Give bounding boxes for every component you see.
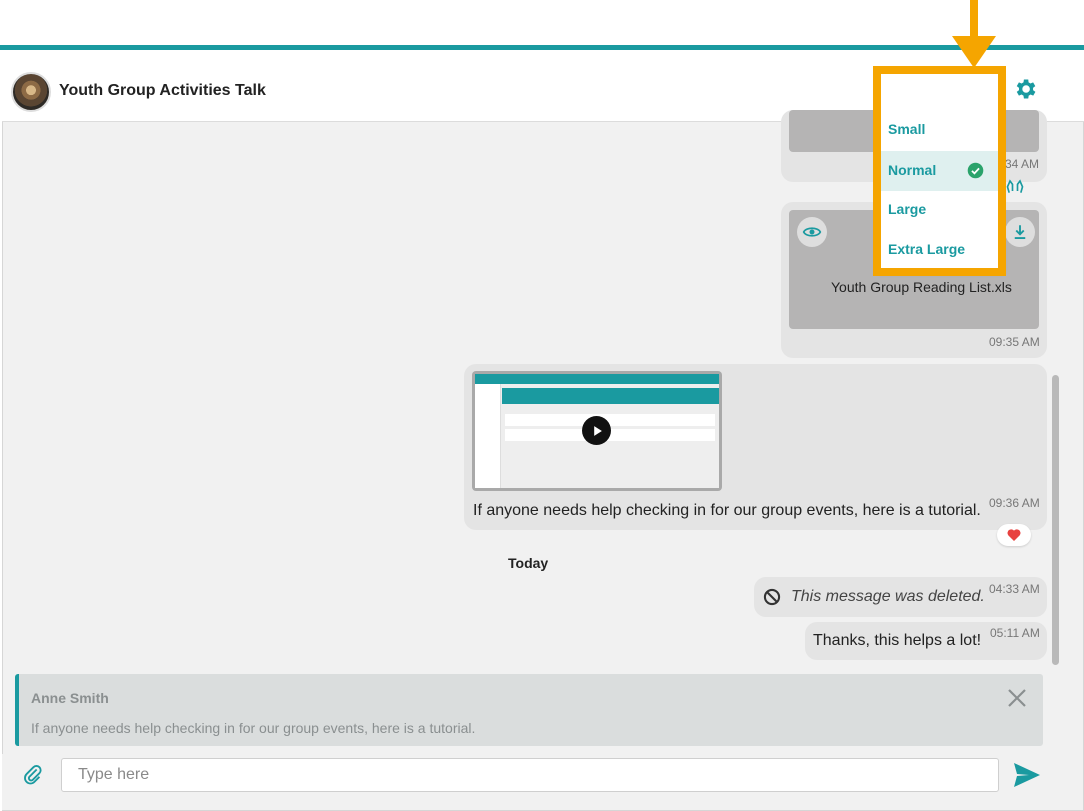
message-time: 34 AM <box>1005 157 1040 171</box>
eye-icon[interactable] <box>797 217 827 247</box>
day-divider: Today <box>508 555 549 571</box>
group-avatar[interactable] <box>11 72 51 112</box>
paperclip-icon[interactable] <box>22 764 44 786</box>
highlight-box <box>873 66 1006 276</box>
reply-text: If anyone needs help checking in for our… <box>31 720 476 736</box>
video-topbar <box>475 374 719 384</box>
file-name: Youth Group Reading List.xls <box>831 279 1012 295</box>
deleted-icon <box>763 588 781 606</box>
hands-reaction-icon[interactable] <box>1004 176 1026 196</box>
chat-title: Youth Group Activities Talk <box>59 82 266 99</box>
play-button-icon[interactable] <box>582 416 611 445</box>
video-sidebar <box>475 384 501 488</box>
message-text: If anyone needs help checking in for our… <box>473 502 981 519</box>
send-icon[interactable] <box>1013 762 1041 788</box>
reaction-badge[interactable] <box>997 524 1031 546</box>
close-icon[interactable] <box>1005 686 1029 710</box>
reply-author: Anne Smith <box>31 690 109 706</box>
arrow-down-icon <box>952 36 996 68</box>
video-row <box>505 414 715 426</box>
message-text: Thanks, this helps a lot! <box>813 632 982 649</box>
message-time: 09:35 AM <box>989 335 1040 349</box>
video-thumbnail[interactable] <box>472 371 722 491</box>
gear-icon[interactable] <box>1012 76 1038 102</box>
heart-icon <box>1007 529 1021 541</box>
message-time: 05:11 AM <box>990 626 1040 640</box>
message-text: This message was deleted. <box>791 588 985 605</box>
message-input[interactable] <box>61 758 999 792</box>
message-time: 09:36 AM <box>989 496 1040 510</box>
message-time: 04:33 AM <box>989 582 1040 596</box>
video-tabbar <box>502 388 719 404</box>
download-icon[interactable] <box>1005 217 1035 247</box>
scrollbar-thumb[interactable] <box>1052 375 1059 665</box>
